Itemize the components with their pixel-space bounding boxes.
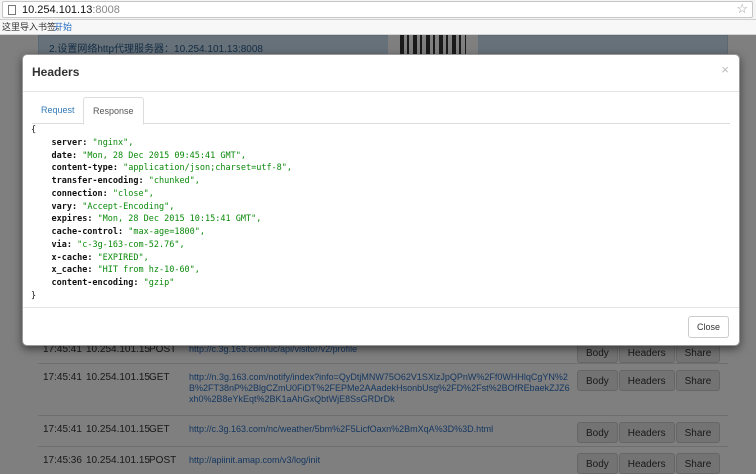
header-key: transfer-encoding [51, 176, 139, 186]
header-colon: : [87, 252, 98, 263]
header-value: "nginx", [92, 137, 134, 148]
header-key: vary [51, 201, 72, 212]
header-value: "gzip" [143, 278, 175, 288]
json-close-brace: } [31, 290, 37, 301]
headers-modal: Headers × Request Response { server: "ng… [22, 54, 740, 346]
tab-request[interactable]: Request [32, 97, 84, 124]
header-line: content-type: "application/json;charset=… [31, 162, 731, 175]
modal-title: Headers [32, 65, 80, 79]
header-line: server: "nginx", [31, 137, 731, 150]
header-value: "application/json;charset=utf-8", [123, 163, 293, 174]
bookmarks-start-link[interactable]: 开始 [54, 20, 72, 34]
header-colon: : [118, 227, 129, 237]
header-key: server [51, 137, 83, 148]
header-colon: : [87, 265, 98, 276]
modal-footer: Close [23, 307, 739, 347]
header-colon: : [87, 214, 98, 225]
header-line: x_cache: "HIT from hz-10-60", [31, 264, 731, 277]
header-value: "Accept-Encoding", [82, 201, 175, 212]
address-bar: 10.254.101.13:8008 ☆ [0, 0, 756, 20]
header-key: x_cache [51, 265, 88, 276]
header-colon: : [102, 188, 113, 199]
modal-tabs: Request Response [32, 97, 730, 125]
response-headers-json: { server: "nginx", date: "Mon, 28 Dec 20… [31, 124, 731, 303]
header-key: connection [51, 188, 103, 199]
header-colon: : [71, 201, 83, 212]
page-icon [8, 5, 16, 15]
modal-header: Headers × [23, 55, 739, 92]
header-line: via: "c-3g-163-com-52.76", [31, 239, 731, 252]
header-value: "Mon, 28 Dec 2015 10:15:41 GMT", [97, 214, 262, 225]
header-key: via [51, 239, 67, 250]
header-value: "EXPIRED", [97, 252, 149, 263]
header-value: "c-3g-163-com-52.76", [77, 239, 185, 250]
header-key: date [51, 150, 72, 161]
header-value: "HIT from hz-10-60", [97, 265, 200, 276]
header-key: cache-control [51, 227, 119, 237]
header-colon: : [66, 239, 78, 250]
header-value: "max-age=1800", [128, 227, 206, 237]
header-value: "Mon, 28 Dec 2015 09:45:41 GMT", [82, 150, 246, 161]
header-key: expires [51, 214, 88, 225]
header-colon: : [138, 176, 149, 186]
header-line: vary: "Accept-Encoding", [31, 201, 731, 214]
header-line: connection: "close", [31, 188, 731, 201]
tab-response[interactable]: Response [83, 97, 144, 125]
close-icon[interactable]: × [721, 62, 729, 77]
json-open-brace: { [31, 125, 37, 135]
header-line: content-encoding: "gzip" [31, 277, 731, 290]
header-colon: : [71, 150, 83, 161]
bookmarks-bar: 这里导入书签。 开始 [0, 20, 756, 35]
header-key: x-cache [51, 252, 88, 263]
header-key: content-type [51, 163, 113, 174]
header-value: "close", [112, 188, 154, 199]
header-line: x-cache: "EXPIRED", [31, 252, 731, 265]
header-line: date: "Mon, 28 Dec 2015 09:45:41 GMT", [31, 150, 731, 163]
header-line: cache-control: "max-age=1800", [31, 226, 731, 239]
header-line: transfer-encoding: "chunked", [31, 175, 731, 188]
bookmark-star-icon[interactable]: ☆ [736, 1, 748, 17]
close-button[interactable]: Close [687, 316, 729, 338]
url-text: 10.254.101.13:8008 [22, 4, 120, 16]
header-colon: : [133, 278, 144, 288]
header-value: "chunked", [148, 176, 200, 186]
header-line: expires: "Mon, 28 Dec 2015 10:15:41 GMT"… [31, 213, 731, 226]
header-colon: : [112, 163, 124, 174]
url-field[interactable]: 10.254.101.13:8008 ☆ [2, 1, 753, 18]
header-colon: : [82, 137, 93, 148]
header-key: content-encoding [51, 278, 134, 288]
